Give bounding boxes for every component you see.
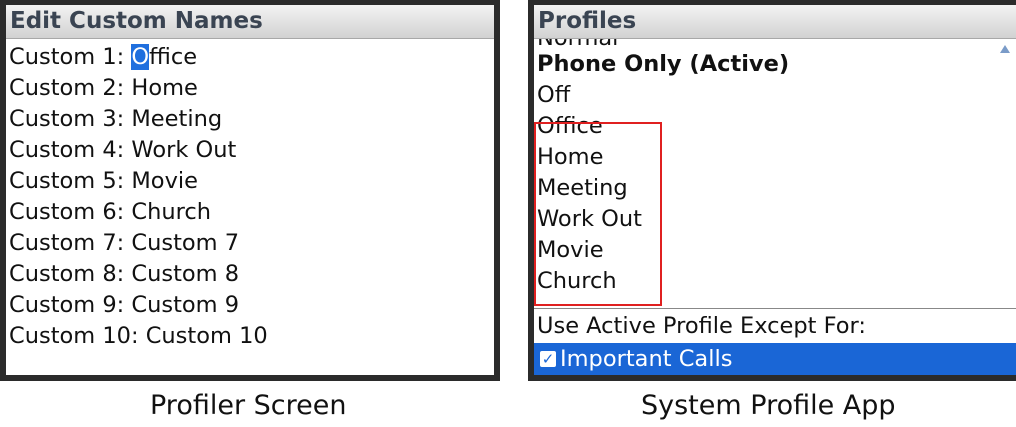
custom-name-field[interactable]: Custom 3: Meeting bbox=[9, 104, 494, 135]
profile-item-off[interactable]: Off bbox=[537, 80, 1016, 111]
custom-name-field[interactable]: Custom 7: Custom 7 bbox=[9, 228, 494, 259]
system-profile-screen: Normal Phone Only (Active) Off Office Ho… bbox=[528, 0, 1016, 381]
custom-name-field[interactable]: Custom 4: Work Out bbox=[9, 135, 494, 166]
profiler-screen: Edit Custom Names Custom 1: Office Custo… bbox=[0, 0, 500, 381]
custom-name-value-1: ffice bbox=[149, 44, 198, 70]
profiles-title: Profiles bbox=[534, 5, 1016, 39]
important-calls-label: Important Calls bbox=[560, 346, 733, 372]
custom-name-field[interactable]: Custom 8: Custom 8 bbox=[9, 259, 494, 290]
caption-system-profile-app: System Profile App bbox=[641, 390, 896, 421]
checkbox-checked-icon[interactable]: ✓ bbox=[540, 351, 556, 367]
divider bbox=[534, 308, 1016, 309]
custom-name-field[interactable]: Custom 10: Custom 10 bbox=[9, 321, 494, 352]
custom-name-field[interactable]: Custom 5: Movie bbox=[9, 166, 494, 197]
profile-item-active[interactable]: Phone Only (Active) bbox=[537, 49, 1016, 80]
scroll-up-arrow-icon[interactable] bbox=[1000, 45, 1010, 53]
custom-names-list: Custom 1: Office Custom 2: Home Custom 3… bbox=[9, 42, 494, 352]
system-profile-content: Normal Phone Only (Active) Off Office Ho… bbox=[534, 5, 1016, 375]
caption-profiler-screen: Profiler Screen bbox=[150, 390, 347, 421]
custom-name-label-1: Custom 1: bbox=[9, 44, 132, 70]
custom-profiles-highlight-box bbox=[534, 122, 662, 306]
custom-name-field[interactable]: Custom 6: Church bbox=[9, 197, 494, 228]
custom-name-field-1[interactable]: Custom 1: Office bbox=[9, 42, 494, 73]
important-calls-option[interactable]: ✓ Important Calls bbox=[534, 343, 1016, 375]
text-cursor: O bbox=[131, 44, 150, 70]
exception-label: Use Active Profile Except For: bbox=[537, 313, 866, 339]
custom-name-field[interactable]: Custom 2: Home bbox=[9, 73, 494, 104]
profiler-screen-content: Edit Custom Names Custom 1: Office Custo… bbox=[6, 5, 494, 375]
edit-custom-names-title: Edit Custom Names bbox=[6, 5, 494, 39]
custom-name-field[interactable]: Custom 9: Custom 9 bbox=[9, 290, 494, 321]
